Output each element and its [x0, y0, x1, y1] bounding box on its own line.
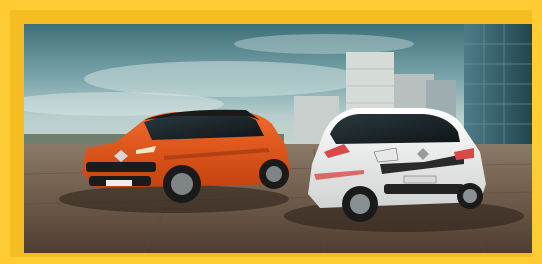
- glass-tower: [464, 24, 532, 164]
- car-photo: [24, 24, 532, 253]
- car-scene: [24, 24, 532, 253]
- cloud: [84, 61, 364, 97]
- cloud: [234, 34, 414, 54]
